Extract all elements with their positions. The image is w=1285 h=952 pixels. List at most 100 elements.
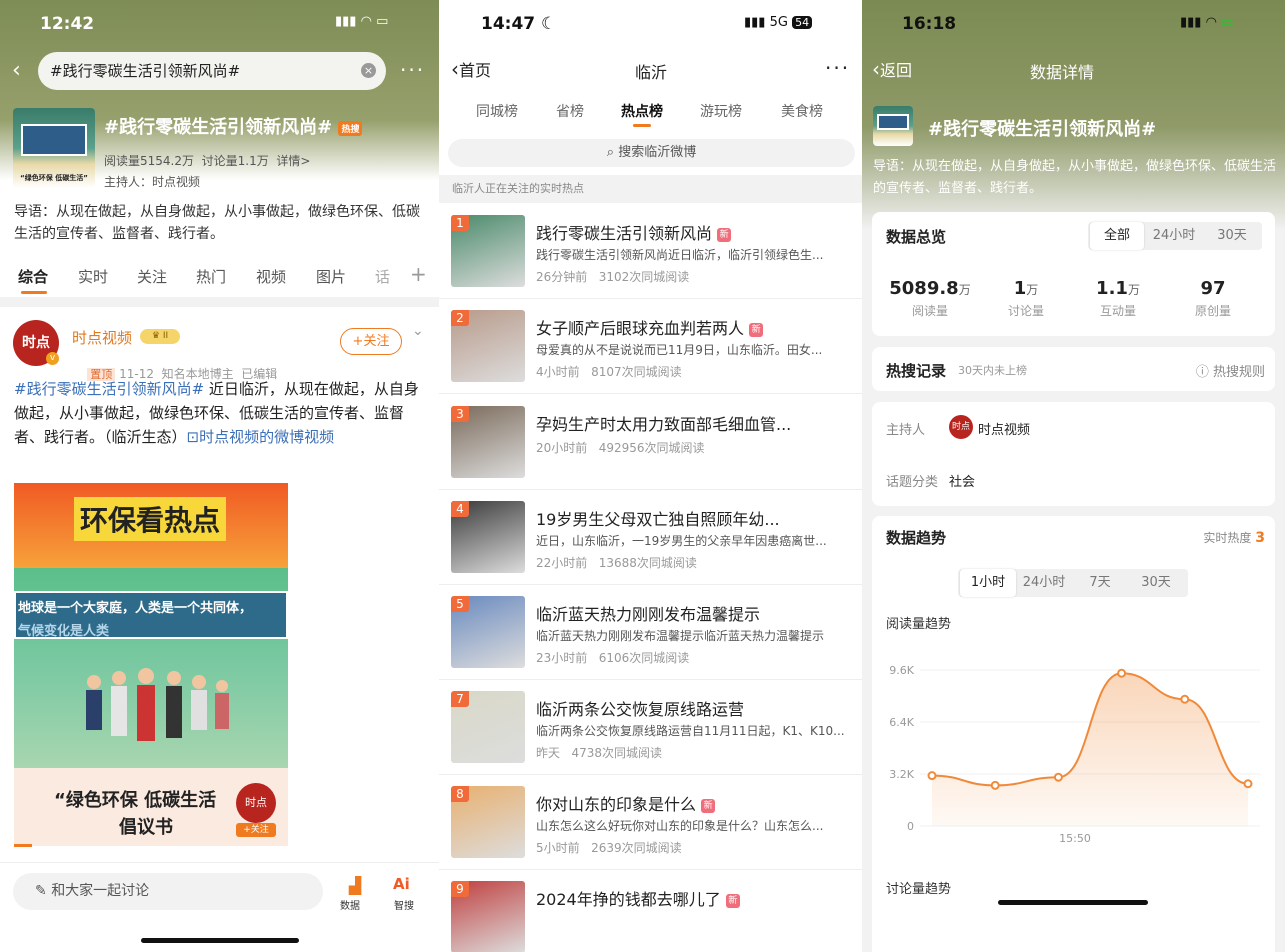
y-tick-label: 0 <box>907 820 914 833</box>
range-24h[interactable]: 24小时 <box>1146 222 1202 250</box>
hot-record-card: 热搜记录 30天内未上榜 ⓘ 热搜规则 <box>872 347 1275 391</box>
data-point <box>1180 694 1190 704</box>
more-icon[interactable]: ··· <box>400 58 425 82</box>
hot-list-item[interactable]: 3 孕妈生产时太用力致面部毛细血管... 20小时前 492956次同城阅读 <box>439 395 862 490</box>
item-desc: 山东怎么这么好玩你对山东的印象是什么？山东怎么... <box>536 819 824 833</box>
hot-list-item[interactable]: 2 女子顺产后眼球充血判若两人 新母爱真的从不是说说而已11月9日，山东临沂。田女… <box>439 299 862 394</box>
item-title: 孕妈生产时太用力致面部毛细血管... <box>536 415 792 434</box>
tab-city[interactable]: 同城榜 <box>476 101 518 121</box>
tab-play[interactable]: 游玩榜 <box>700 101 742 121</box>
range-all[interactable]: 全部 <box>1090 222 1144 250</box>
back-button[interactable]: ‹首页 <box>451 57 491 81</box>
item-thumbnail: 7 <box>451 691 525 763</box>
stat-read: 5089.8万 <box>889 278 971 299</box>
tab-hot[interactable]: 热门 <box>196 266 226 287</box>
next-chart-title: 讨论量趋势 <box>886 882 952 897</box>
data-point <box>1243 779 1253 789</box>
data-point <box>1117 668 1127 678</box>
search-icon: ⌕ <box>606 145 615 160</box>
topic-host: 主持人：时点视频 <box>104 175 201 189</box>
item-meta: 26分钟前 3102次同城阅读 <box>536 270 690 284</box>
data-button-label[interactable]: 数据 <box>340 897 360 912</box>
ai-icon[interactable]: Ai <box>393 875 410 893</box>
divider <box>0 297 439 307</box>
post-video-link[interactable]: ⊡时点视频的微博视频 <box>187 428 335 446</box>
tab-follow[interactable]: 关注 <box>137 266 167 287</box>
topic-thumbnail: “绿色环保 低碳生活” <box>13 108 95 188</box>
range-24h[interactable]: 24小时 <box>1016 569 1072 597</box>
hot-list-item[interactable]: 5 临沂蓝天热力刚刚发布温馨提示 临沂蓝天热力刚刚发布温馨提示临沂蓝天热力温馨提示… <box>439 585 862 680</box>
page-title: 数据详情 <box>1030 63 1095 82</box>
tab-more[interactable]: 话 <box>375 266 390 287</box>
item-rank: 2 <box>451 310 469 326</box>
hot-list-item[interactable]: 4 19岁男生父母双亡独自照顾年幼... 近日，山东临沂，一19岁男生的父亲早年因… <box>439 490 862 585</box>
post-hashtag[interactable]: #践行零碳生活引领新风尚# <box>14 380 204 398</box>
tab-food[interactable]: 美食榜 <box>781 101 823 121</box>
follow-button[interactable]: +关注 <box>340 328 402 355</box>
item-rank: 5 <box>451 596 469 612</box>
hot-list-item[interactable]: 9 2024年挣的钱都去哪儿了 新 <box>439 870 862 952</box>
data-icon[interactable]: ▟ <box>343 876 367 895</box>
poster-follow[interactable]: +关注 <box>236 823 276 837</box>
stat-original-label: 原创量 <box>1194 304 1231 318</box>
tab-add-icon[interactable]: + <box>410 262 427 286</box>
host-avatar[interactable]: 时点 <box>949 415 973 439</box>
range-7d[interactable]: 7天 <box>1072 569 1128 597</box>
topic-stats[interactable]: 阅读量5154.2万 讨论量1.1万 详情> <box>104 152 310 169</box>
search-input[interactable]: #践行零碳生活引领新风尚# × <box>38 52 386 90</box>
post-text: #践行零碳生活引领新风尚# 近日临沂，从现在做起，从自身做起，从小事做起，做绿色… <box>14 380 419 446</box>
tab-all[interactable]: 综合 <box>18 266 48 287</box>
item-desc: 母爱真的从不是说说而已11月9日，山东临沂。田女... <box>536 343 823 357</box>
item-meta: 4小时前 8107次同城阅读 <box>536 365 682 379</box>
page-title: 临沂 <box>635 63 668 82</box>
post-video-poster[interactable]: 环保看热点 地球是一个大家庭，人类是一个共同体， 气候变化是人类 “绿色环保 低… <box>14 483 288 846</box>
tab-province[interactable]: 省榜 <box>556 101 584 121</box>
tab-indicator <box>633 124 651 127</box>
vip-badge: ♛ II <box>140 329 180 344</box>
item-meta: 20小时前 492956次同城阅读 <box>536 441 705 455</box>
back-button[interactable]: ‹返回 <box>872 57 912 81</box>
status-time: 16:18 <box>902 14 957 34</box>
item-thumbnail: 4 <box>451 501 525 573</box>
search-input[interactable]: ⌕ 搜索临沂微博 <box>448 139 855 167</box>
tab-video[interactable]: 视频 <box>256 266 286 287</box>
hot-record-sub: 30天内未上榜 <box>958 364 1027 377</box>
trend-title: 数据趋势 <box>886 529 947 547</box>
range-30d[interactable]: 30天 <box>1204 222 1260 250</box>
host-name[interactable]: 时点视频 <box>978 419 1030 438</box>
item-title: 临沂蓝天热力刚刚发布温馨提示 <box>536 605 761 624</box>
y-tick-label: 9.6K <box>889 664 914 677</box>
status-icons: ▮▮▮ ◠ ▭ <box>335 14 389 29</box>
home-indicator <box>998 900 1148 905</box>
hot-list-item[interactable]: 8 你对山东的印象是什么 新山东怎么这么好玩你对山东的印象是什么？山东怎么... 5… <box>439 775 862 870</box>
tab-realtime[interactable]: 实时 <box>78 266 108 287</box>
post-author[interactable]: 时点视频 <box>72 327 132 348</box>
item-meta: 23小时前 6106次同城阅读 <box>536 651 690 665</box>
tab-hot[interactable]: 热点榜 <box>621 101 663 121</box>
range-30d[interactable]: 30天 <box>1128 569 1184 597</box>
hot-list-item[interactable]: 7 临沂两条公交恢复原线路运营 临沂两条公交恢复原线路运营自11月11日起，K1、… <box>439 680 862 775</box>
topic-title: #践行零碳生活引领新风尚# 热搜 <box>104 113 363 139</box>
series-area <box>932 673 1248 826</box>
hot-list-item[interactable]: 1 践行零碳生活引领新风尚 新践行零碳生活引领新风尚近日临沂，临沂引领绿色生...… <box>439 204 862 299</box>
item-rank: 7 <box>451 691 469 707</box>
back-icon[interactable]: ‹ <box>12 58 21 83</box>
overview-title: 数据总览 <box>886 228 947 246</box>
clear-icon[interactable]: × <box>361 63 376 78</box>
stat-discuss-label: 讨论量 <box>1007 304 1044 318</box>
comment-input[interactable]: ✎ 和大家一起讨论 <box>13 873 323 910</box>
ai-search-label[interactable]: 智搜 <box>394 897 414 912</box>
chevron-down-icon[interactable]: ⌄ <box>412 323 424 339</box>
item-rank: 8 <box>451 786 469 802</box>
data-point <box>927 771 937 781</box>
hot-rule-link[interactable]: ⓘ 热搜规则 <box>1196 361 1265 380</box>
stat-discuss: 1万 <box>1013 278 1039 299</box>
tab-image[interactable]: 图片 <box>316 266 346 287</box>
y-tick-label: 6.4K <box>889 716 914 729</box>
more-icon[interactable]: ··· <box>825 56 850 80</box>
item-title: 临沂两条公交恢复原线路运营 <box>536 700 745 719</box>
range-1h[interactable]: 1小时 <box>960 569 1016 597</box>
poster-bottom-text2: 倡议书 <box>119 817 173 838</box>
topic-intro: 导语：从现在做起，从自身做起，从小事做起，做绿色环保、低碳生活的宣传者、监督者、… <box>14 204 420 242</box>
item-thumbnail: 8 <box>451 786 525 858</box>
